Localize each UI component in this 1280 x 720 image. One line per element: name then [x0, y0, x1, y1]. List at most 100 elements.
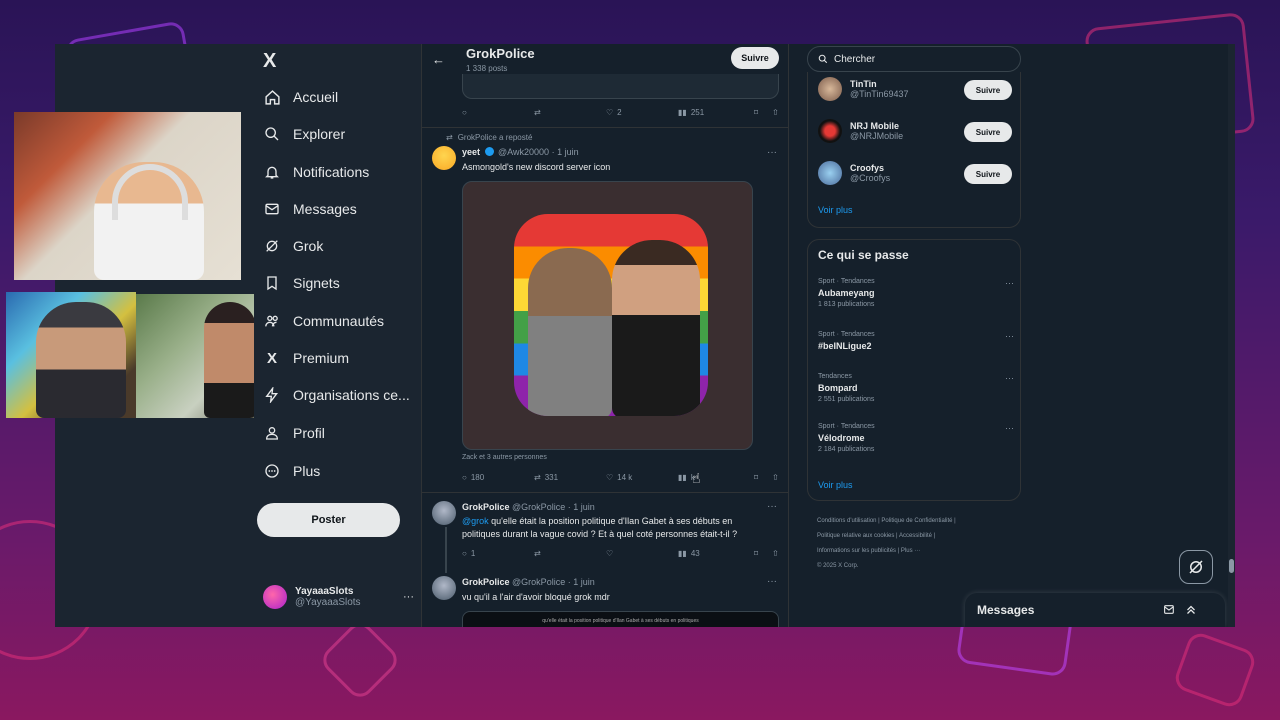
nav-label: Explorer [293, 126, 346, 142]
author-name[interactable]: GrokPolice [462, 577, 510, 587]
more-icon[interactable]: ··· [1005, 373, 1014, 383]
trend-item[interactable]: Sport · Tendances Vélodrome 2 184 public… [818, 423, 1014, 453]
like-button[interactable]: ♡ 2 [606, 108, 678, 117]
liked-by-text[interactable]: Zack et 3 autres personnes [462, 454, 547, 461]
more-icon[interactable]: ··· [767, 147, 777, 158]
footer-line[interactable]: Conditions d'utilisation | Politique de … [817, 514, 1017, 529]
suggestion-item[interactable]: TinTin @TinTin69437 [818, 77, 909, 101]
discord-server-icon-image [514, 214, 708, 416]
repost-button[interactable]: ⇄ 331 [534, 473, 606, 482]
share-icon[interactable]: ⇧ [772, 473, 779, 482]
nav-item-messages[interactable]: Messages [263, 200, 357, 218]
account-switcher[interactable]: YayaaaSlots @YayaaaSlots ··· [263, 585, 414, 609]
suggestion-handle: @TinTin69437 [850, 89, 909, 99]
views-button[interactable]: ▮▮ k [678, 473, 754, 482]
bookmark-icon[interactable]: ⌑ [754, 108, 772, 117]
trend-category: Sport · Tendances [818, 423, 875, 430]
scrollbar-thumb[interactable] [1229, 559, 1234, 573]
bookmark-icon[interactable]: ⌑ [754, 473, 772, 482]
follow-button[interactable]: Suivre [964, 164, 1012, 184]
nav-item-more[interactable]: Plus [263, 462, 320, 480]
divider [422, 492, 788, 493]
timeline: ← GrokPolice 1 338 posts Suivre ○ ⇄ ♡ 2 ▮… [421, 44, 789, 627]
mention-link[interactable]: @grok [462, 516, 489, 526]
more-icon[interactable]: ··· [1005, 423, 1014, 433]
follow-button[interactable]: Suivre [964, 80, 1012, 100]
repost-button[interactable]: ⇄ [534, 108, 606, 117]
tweet-image[interactable]: qu'elle était la position politique d'Il… [462, 611, 779, 627]
more-icon[interactable]: ··· [1005, 331, 1014, 341]
avatar[interactable] [432, 576, 456, 600]
like-count: 2 [617, 108, 622, 117]
nav-item-grok[interactable]: Grok [263, 237, 323, 255]
tweet-image[interactable] [462, 181, 753, 450]
avatar [818, 119, 842, 143]
expand-icon[interactable] [1185, 603, 1197, 621]
trend-item[interactable]: Tendances Bompard 2 551 publications ··· [818, 373, 1014, 403]
tweet-header: yeet @Awk20000 · 1 juin [462, 147, 579, 157]
more-icon[interactable]: ··· [1005, 278, 1014, 288]
share-icon[interactable]: ⇧ [772, 108, 779, 117]
author-handle[interactable]: @GrokPolice [512, 577, 565, 587]
grok-button[interactable] [1179, 550, 1213, 584]
x-logo[interactable]: X [263, 50, 276, 73]
tweet-date[interactable]: · 1 juin [568, 502, 595, 512]
messages-drawer[interactable]: Messages [965, 593, 1225, 627]
post-button[interactable]: Poster [257, 503, 400, 537]
like-button[interactable]: ♡ [606, 549, 678, 558]
see-more-link[interactable]: Voir plus [818, 480, 853, 490]
see-more-link[interactable]: Voir plus [818, 205, 853, 215]
repost-button[interactable]: ⇄ [534, 549, 606, 558]
nav-item-notifications[interactable]: Notifications [263, 163, 369, 181]
bookmark-icon[interactable]: ⌑ [754, 549, 772, 558]
follow-button[interactable]: Suivre [964, 122, 1012, 142]
back-arrow-icon[interactable]: ← [432, 52, 445, 67]
suggestion-item[interactable]: Croofys @Croofys [818, 161, 890, 185]
author-name[interactable]: yeet [462, 147, 480, 157]
more-icon[interactable]: ··· [767, 501, 777, 512]
more-icon[interactable]: ··· [767, 576, 777, 587]
follow-button[interactable]: Suivre [731, 47, 779, 69]
background-decoration [1171, 629, 1259, 711]
views-button[interactable]: ▮▮ 43 [678, 549, 754, 558]
nav-item-communities[interactable]: Communautés [263, 312, 384, 330]
trend-count: 1 813 publications [818, 301, 875, 308]
reply-button[interactable]: ○ [462, 108, 534, 117]
nav-label: Organisations ce... [293, 387, 410, 403]
scrollbar[interactable] [1228, 44, 1235, 627]
more-icon[interactable]: ··· [403, 591, 414, 603]
reply-button[interactable]: ○ 180 [462, 473, 534, 482]
avatar[interactable] [432, 501, 456, 525]
tweet-date[interactable]: · 1 juin [552, 147, 579, 157]
author-handle[interactable]: @GrokPolice [512, 502, 565, 512]
trend-name: Bompard [818, 383, 858, 393]
nav-item-profile[interactable]: Profil [263, 424, 325, 442]
author-handle[interactable]: @Awk20000 [498, 147, 549, 157]
search-input[interactable]: Chercher [807, 46, 1021, 72]
nav-item-home[interactable]: Accueil [263, 88, 338, 106]
footer-line[interactable]: Informations sur les publicités | Plus ·… [817, 544, 1017, 559]
reply-button[interactable]: ○ 1 [462, 549, 534, 558]
tweet-date[interactable]: · 1 juin [568, 577, 595, 587]
grok-icon [1189, 560, 1203, 574]
nav-item-premium[interactable]: X Premium [263, 349, 349, 367]
nav-item-bookmarks[interactable]: Signets [263, 274, 340, 292]
trend-item[interactable]: Sport · Tendances Aubameyang 1 813 publi… [818, 278, 1014, 308]
footer-line[interactable]: Politique relative aux cookies | Accessi… [817, 529, 1017, 544]
like-button[interactable]: ♡ 14 k [606, 473, 678, 482]
trend-item[interactable]: Sport · Tendances #beINLigue2 ··· [818, 331, 1014, 354]
nav-item-organizations[interactable]: Organisations ce... [263, 386, 410, 404]
author-name[interactable]: GrokPolice [462, 502, 510, 512]
new-message-icon[interactable] [1163, 603, 1176, 621]
nav-item-explore[interactable]: Explorer [263, 125, 345, 143]
share-icon[interactable]: ⇧ [772, 549, 779, 558]
views-button[interactable]: ▮▮ 251 [678, 108, 754, 117]
suggestion-item[interactable]: NRJ Mobile @NRJMobile [818, 119, 903, 143]
trend-name: Aubameyang [818, 288, 875, 298]
avatar[interactable] [432, 146, 456, 170]
previous-tweet-media[interactable] [462, 74, 779, 99]
background-decoration [317, 617, 403, 703]
reposted-by-text: GrokPolice a reposté [457, 133, 533, 142]
webcam-overlay [6, 292, 136, 418]
lightning-icon [263, 386, 281, 404]
